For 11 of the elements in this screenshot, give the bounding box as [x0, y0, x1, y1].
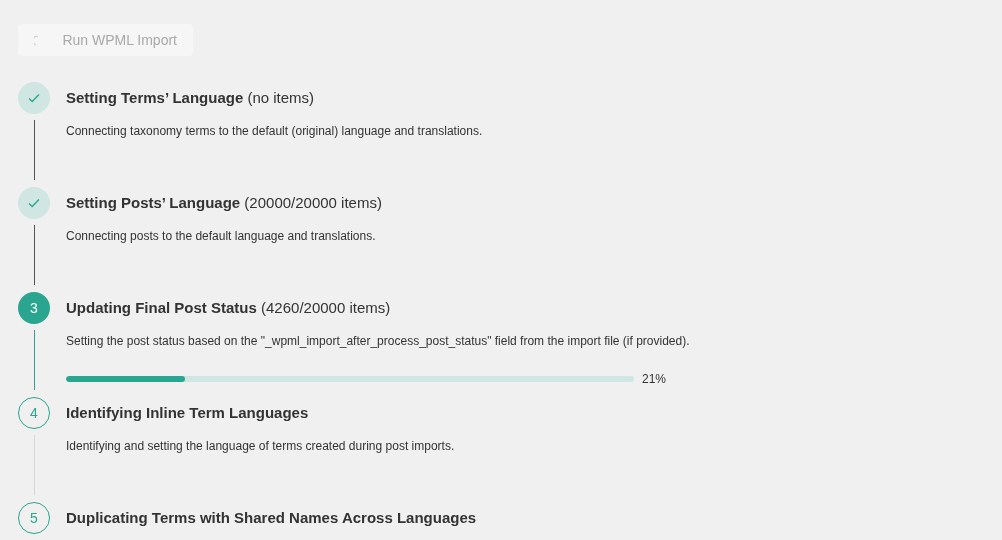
step-description: Connecting posts to the default language and translations. [66, 228, 377, 245]
step-description: Setting the post status based on the "_wpml_import_after_process_post_status" field from the import file (if provided). [66, 333, 690, 350]
step-title: Setting Posts’ Language (20000/20000 items) [66, 192, 382, 213]
step-number: 3 [18, 292, 50, 324]
step-title: Updating Final Post Status (4260/20000 items) [66, 297, 391, 318]
step-title: Duplicating Terms with Shared Names Across Languages [66, 507, 477, 528]
step-description: Connecting taxonomy terms to the default (original) language and translations. [66, 123, 483, 140]
step-description: Identifying and setting the language of terms created during post imports. [66, 438, 455, 455]
step-title: Setting Terms’ Language (no items) [66, 87, 315, 108]
progress-percent: 21% [642, 371, 667, 388]
step-title: Identifying Inline Term Languages [66, 402, 309, 423]
